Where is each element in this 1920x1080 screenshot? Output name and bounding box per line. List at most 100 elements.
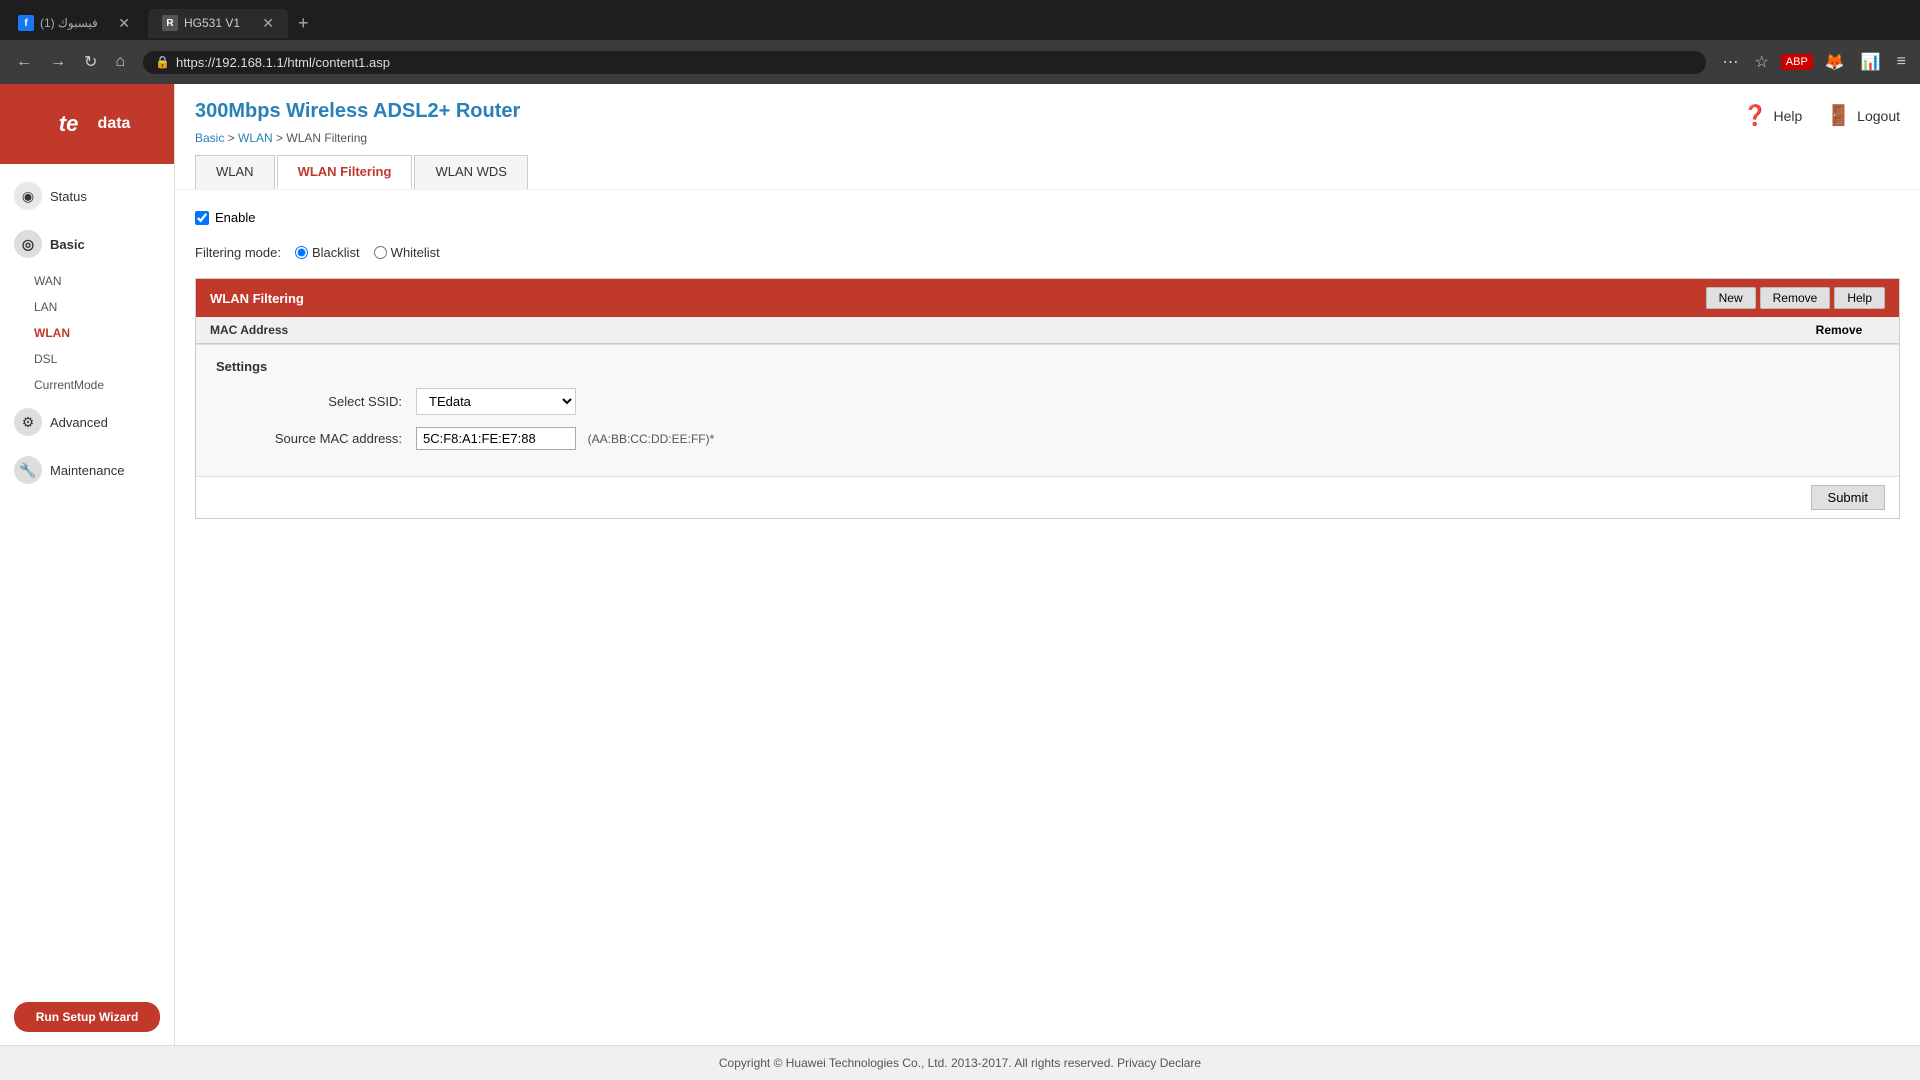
tab-wlan-filtering[interactable]: WLAN Filtering: [277, 155, 413, 189]
enable-row: Enable: [195, 210, 1900, 225]
browser-toolbar: ← → ↻ ⌂ 🔒 ⋯ ☆ ABP 🦊 📊 ≡: [0, 40, 1920, 84]
mac-hint: (AA:BB:CC:DD:EE:FF)*: [588, 432, 715, 446]
bookmark-icon[interactable]: ☆: [1750, 50, 1772, 74]
content-header: 300Mbps Wireless ADSL2+ Router ❓ Help 🚪 …: [175, 84, 1920, 190]
breadcrumb-wlan[interactable]: WLAN: [238, 131, 273, 145]
sidebar-item-maintenance-label: Maintenance: [50, 463, 124, 478]
new-tab-button[interactable]: +: [288, 13, 319, 34]
sidebar-item-basic-label: Basic: [50, 237, 85, 252]
sidebar: te data ◉ Status ◎ Basic WAN LAN: [0, 84, 175, 1080]
enable-label[interactable]: Enable: [215, 210, 255, 225]
sidebar-subitem-dsl[interactable]: DSL: [0, 346, 174, 372]
new-button[interactable]: New: [1706, 287, 1756, 309]
table-col-headers: MAC Address Remove: [196, 317, 1899, 344]
sidebar-menu: ◉ Status ◎ Basic WAN LAN WLAN DSL Curr: [0, 164, 174, 992]
mac-input[interactable]: [416, 427, 576, 450]
abp-icon[interactable]: ABP: [1781, 54, 1813, 70]
mac-row: Source MAC address: (AA:BB:CC:DD:EE:FF)*: [216, 427, 1879, 450]
enable-checkbox[interactable]: [195, 211, 209, 225]
dsl-label: DSL: [34, 352, 57, 366]
table-action-buttons: New Remove Help: [1706, 287, 1885, 309]
tab-facebook-close[interactable]: ✕: [110, 15, 130, 32]
run-setup-wizard-button[interactable]: Run Setup Wizard: [14, 1002, 160, 1032]
sidebar-item-advanced[interactable]: ⚙ Advanced: [0, 398, 174, 446]
sidebar-item-status-label: Status: [50, 189, 87, 204]
col-mac-header: MAC Address: [196, 317, 1779, 343]
te-text: te: [59, 111, 79, 137]
breadcrumb-basic[interactable]: Basic: [195, 131, 224, 145]
lock-icon: 🔒: [155, 55, 170, 69]
tab-facebook-label: (1) فيسبوك: [40, 16, 98, 30]
footer: Copyright © Huawei Technologies Co., Ltd…: [0, 1045, 1920, 1080]
data-text: data: [98, 115, 131, 133]
breadcrumb-wlan-filtering: WLAN Filtering: [286, 131, 367, 145]
home-button[interactable]: ⌂: [109, 49, 131, 75]
mac-label: Source MAC address:: [216, 431, 416, 446]
tab-router-close[interactable]: ✕: [254, 15, 274, 32]
ssid-label: Select SSID:: [216, 394, 416, 409]
sidebar-item-basic[interactable]: ◎ Basic: [0, 220, 174, 268]
table-title: WLAN Filtering: [210, 291, 304, 306]
basic-icon: ◎: [14, 230, 42, 258]
maintenance-icon: 🔧: [14, 456, 42, 484]
submit-row: Submit: [196, 476, 1899, 518]
help-button[interactable]: ❓ Help: [1743, 103, 1803, 128]
whitelist-radio[interactable]: [374, 246, 387, 259]
remove-button[interactable]: Remove: [1760, 287, 1831, 309]
tab-wlan[interactable]: WLAN: [195, 155, 275, 189]
stats-icon[interactable]: 📊: [1857, 50, 1885, 74]
tab-facebook[interactable]: f (1) فيسبوك ✕: [4, 9, 144, 38]
content-area: 300Mbps Wireless ADSL2+ Router ❓ Help 🚪 …: [175, 84, 1920, 1080]
toolbar-icons: ⋯ ☆ ABP 🦊 📊 ≡: [1718, 50, 1910, 74]
reload-button[interactable]: ↻: [78, 48, 103, 76]
submit-button[interactable]: Submit: [1811, 485, 1885, 510]
help-table-button[interactable]: Help: [1834, 287, 1885, 309]
sidebar-subitem-currentmode[interactable]: CurrentMode: [0, 372, 174, 398]
content-body: Enable Filtering mode: Blacklist Whiteli…: [175, 190, 1920, 1080]
facebook-favicon: f: [18, 15, 34, 31]
lan-label: LAN: [34, 300, 57, 314]
tab-router[interactable]: R HG531 V1 ✕: [148, 9, 288, 38]
forward-button[interactable]: →: [44, 49, 72, 75]
back-button[interactable]: ←: [10, 49, 38, 75]
browser-tabs: f (1) فيسبوك ✕ R HG531 V1 ✕ +: [0, 0, 1920, 40]
blacklist-radio[interactable]: [295, 246, 308, 259]
mac-input-wrap: (AA:BB:CC:DD:EE:FF)*: [416, 427, 714, 450]
more-icon[interactable]: ⋯: [1718, 50, 1742, 74]
help-icon: ❓: [1743, 103, 1768, 128]
wan-label: WAN: [34, 274, 62, 288]
router-favicon: R: [162, 15, 178, 31]
logout-label: Logout: [1857, 108, 1900, 124]
te-circle: te: [44, 99, 94, 149]
col-remove-header: Remove: [1779, 317, 1899, 343]
sidebar-subitem-wan[interactable]: WAN: [0, 268, 174, 294]
sidebar-logo: te data: [0, 84, 174, 164]
settings-section: Settings Select SSID: TEdata Source MAC …: [196, 344, 1899, 476]
browser-chrome: f (1) فيسبوك ✕ R HG531 V1 ✕ + ← → ↻ ⌂ 🔒 …: [0, 0, 1920, 84]
ssid-select[interactable]: TEdata: [416, 388, 576, 415]
ssid-row: Select SSID: TEdata: [216, 388, 1879, 415]
wlan-label: WLAN: [34, 326, 70, 340]
logout-button[interactable]: 🚪 Logout: [1826, 103, 1900, 128]
whitelist-text: Whitelist: [391, 245, 440, 260]
address-bar[interactable]: [176, 55, 1694, 70]
tab-wlan-wds[interactable]: WLAN WDS: [414, 155, 528, 189]
sidebar-subitem-wlan[interactable]: WLAN: [0, 320, 174, 346]
address-bar-wrap: 🔒: [143, 51, 1706, 74]
help-label: Help: [1773, 108, 1802, 124]
sidebar-item-status[interactable]: ◉ Status: [0, 172, 174, 220]
breadcrumb-sep1: >: [228, 131, 238, 145]
table-header: WLAN Filtering New Remove Help: [196, 279, 1899, 317]
blacklist-label[interactable]: Blacklist: [295, 245, 360, 260]
blacklist-text: Blacklist: [312, 245, 360, 260]
router-title: 300Mbps Wireless ADSL2+ Router: [195, 100, 520, 123]
sidebar-subitem-lan[interactable]: LAN: [0, 294, 174, 320]
sidebar-item-maintenance[interactable]: 🔧 Maintenance: [0, 446, 174, 494]
whitelist-label[interactable]: Whitelist: [374, 245, 440, 260]
ssid-select-wrap: TEdata: [416, 388, 576, 415]
tabs-bar: WLAN WLAN Filtering WLAN WDS: [195, 155, 1900, 189]
menu-icon[interactable]: ≡: [1893, 51, 1910, 73]
settings-title: Settings: [216, 359, 1879, 374]
firefox-icon[interactable]: 🦊: [1821, 50, 1849, 74]
status-icon: ◉: [14, 182, 42, 210]
